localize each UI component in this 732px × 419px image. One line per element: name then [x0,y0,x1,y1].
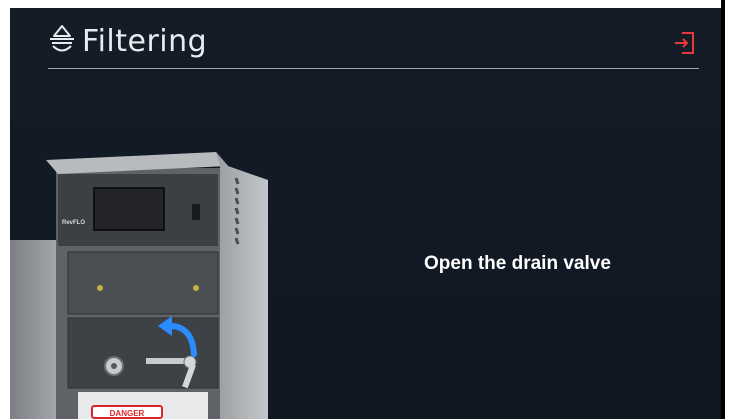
fryer-illustration: RevFLO DANGER [10,148,290,419]
svg-text:RevFLO: RevFLO [62,220,85,226]
header-bar: Filtering [48,18,699,69]
window-top-margin [10,0,725,8]
danger-label: DANGER [110,409,145,418]
instruction-text: Open the drain valve [424,253,611,274]
page-title: Filtering [82,24,208,59]
filtering-screen: Filtering Open the drain valve RevFLO DA… [10,8,721,419]
window-right-border [721,0,725,419]
exit-button[interactable] [673,30,697,56]
droplet-filter-icon [48,24,76,54]
exit-icon [675,32,694,54]
